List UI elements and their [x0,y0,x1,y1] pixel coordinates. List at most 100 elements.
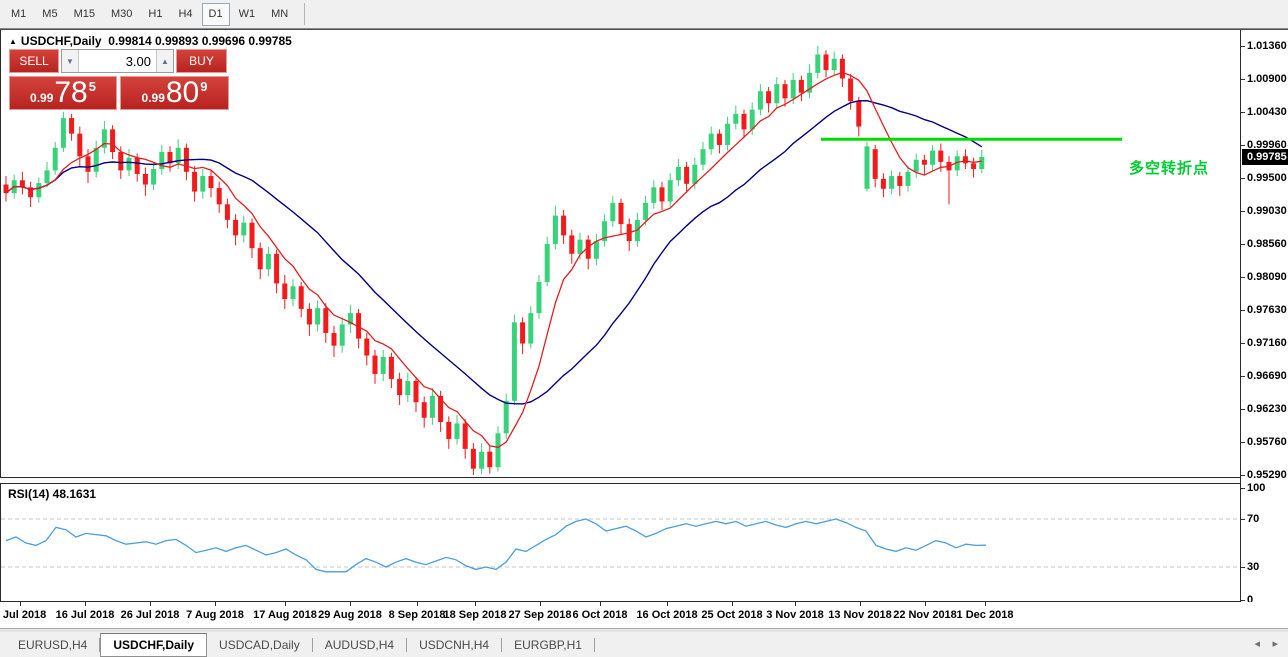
volume-input[interactable] [79,50,156,72]
candle-body [274,254,279,284]
candle-body [930,151,935,165]
candle-body [774,84,779,103]
volume-spinner: ▼ ▲ [61,49,174,73]
volume-increase-icon[interactable]: ▲ [156,50,173,72]
candle-body [856,101,861,126]
candle-body [504,401,509,434]
tab-scroll-right-icon[interactable]: ▸ [1272,637,1278,650]
candle-body [471,449,476,469]
date-tick-mark [417,602,418,606]
chart-tab-usdchf-daily[interactable]: USDCHF,Daily [100,633,207,657]
price-tick-label: 0.99030 [1247,205,1287,217]
candle-body [701,149,706,165]
date-tick-mark [795,602,796,606]
date-tick-label: 16 Oct 2018 [636,609,697,621]
volume-decrease-icon[interactable]: ▼ [62,50,79,72]
main-chart-pane[interactable]: ▲USDCHF,Daily 0.99814 0.99893 0.99696 0.… [0,30,1240,478]
timeframe-button-d1[interactable]: D1 [202,3,230,26]
candle-body [783,84,788,98]
chart-tab-usdcad-daily[interactable]: USDCAD,Daily [207,632,312,657]
chart-tab-eurusd-h4[interactable]: EURUSD,H4 [6,632,99,657]
timeframe-button-m1[interactable]: M1 [4,3,33,26]
candle-body [906,172,911,186]
candle-body [643,203,648,220]
candle-body [873,149,878,179]
price-tick-label: 1.00900 [1247,73,1287,85]
price-tick-mark [1241,310,1245,311]
rsi-indicator-label: RSI(14) 48.1631 [8,487,96,501]
candle-body [77,134,82,157]
toolbar-separator [304,3,305,25]
date-tick-label: 3 Nov 2018 [766,609,823,621]
timeframe-button-h1[interactable]: H1 [141,3,169,26]
price-tick-label: 0.98560 [1247,238,1287,250]
candle-body [53,148,58,171]
date-tick-mark [985,602,986,606]
date-tick-label: 26 Jul 2018 [121,609,180,621]
rsi-tick-mark [1241,488,1245,489]
date-tick-label: 4 Jul 2018 [0,609,46,621]
candle-body [848,79,853,102]
timeframe-button-m15[interactable]: M15 [67,3,102,26]
price-tick-label: 0.97630 [1247,304,1287,316]
buy-price-prefix: 0.99 [142,91,165,105]
candle-body [963,156,968,163]
candle-body [832,59,837,70]
chart-annotation-text[interactable]: 多空转折点 [1129,157,1209,178]
sell-price-sup: 5 [89,79,96,94]
price-tick-label: 0.95760 [1247,436,1287,448]
candle-body [405,381,410,395]
rsi-indicator-pane[interactable]: RSI(14) 48.1631 [0,483,1240,602]
candle-body [881,179,886,189]
candle-body [660,187,665,201]
candle-body [684,167,689,184]
buy-button[interactable]: BUY [176,49,227,73]
sell-button[interactable]: SELL [9,49,59,73]
price-tick-mark [1241,112,1245,113]
candle-body [258,248,263,269]
candle-body [241,223,246,236]
chart-ohlc-values: 0.99814 0.99893 0.99696 0.99785 [108,34,292,48]
timeframe-button-h4[interactable]: H4 [171,3,199,26]
sell-price-button[interactable]: 0.99 78 5 [9,76,117,110]
timeframe-button-mn[interactable]: MN [264,3,295,26]
candle-body [446,422,451,439]
candle-body [192,172,197,192]
timeframe-button-m5[interactable]: M5 [35,3,64,26]
price-tick-mark [1241,178,1245,179]
date-tick-label: 16 Jul 2018 [56,609,115,621]
one-click-trading-panel: SELL ▼ ▲ BUY 0.99 78 5 0.99 [9,49,231,110]
price-tick-mark [1241,409,1245,410]
date-tick-label: 6 Oct 2018 [572,609,627,621]
candle-body [979,157,984,169]
tab-scroll-left-icon[interactable]: ◂ [1254,637,1260,650]
candle-body [914,160,919,172]
candle-body [373,356,378,374]
timeframe-button-m30[interactable]: M30 [104,3,139,26]
chart-tab-audusd-h4[interactable]: AUDUSD,H4 [313,632,406,657]
candle-body [725,124,730,145]
candle-body [971,163,976,169]
date-axis: 4 Jul 201816 Jul 201826 Jul 20187 Aug 20… [0,602,1288,629]
price-tick-label: 0.98090 [1247,271,1287,283]
chart-title: ▲USDCHF,Daily 0.99814 0.99893 0.99696 0.… [9,34,292,48]
chart-tab-eurgbp-h1[interactable]: EURGBP,H1 [502,632,594,657]
date-tick-label: 18 Sep 2018 [444,609,507,621]
candle-body [578,240,583,254]
candle-body [824,54,829,70]
buy-price-button[interactable]: 0.99 80 9 [120,76,229,110]
candle-body [766,91,771,103]
rsi-tick-label: 70 [1247,513,1259,525]
candle-body [619,203,624,224]
chart-tab-usdcnh-h4[interactable]: USDCNH,H4 [407,632,501,657]
candle-body [791,80,796,98]
sell-price-big: 78 [54,78,87,108]
candle-body [397,379,402,395]
timeframe-button-w1[interactable]: W1 [232,3,263,26]
candle-body [282,283,287,299]
candle-body [307,309,312,325]
candle-body [430,396,435,418]
candle-body [742,114,747,130]
candle-body [512,322,517,400]
collapse-icon[interactable]: ▲ [9,37,17,46]
